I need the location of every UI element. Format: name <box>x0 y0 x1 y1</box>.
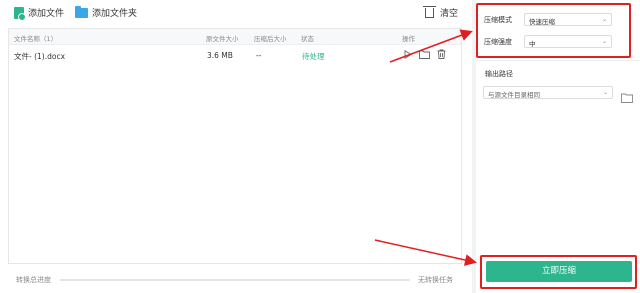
toolbar: 添加文件 添加文件夹 清空 <box>0 0 472 28</box>
table-row[interactable]: 文件- (1).docx 3.6 MB -- 待处理 <box>9 46 461 66</box>
file-list-panel: 添加文件 添加文件夹 清空 文件名称（1） 原文件大小 压缩后大小 状态 操作 … <box>0 0 472 293</box>
trash-icon <box>423 5 436 18</box>
progress-status: 无转换任务 <box>418 276 453 284</box>
header-comp-size: 压缩后大小 <box>254 35 287 43</box>
table-header: 文件名称（1） 原文件大小 压缩后大小 状态 操作 <box>9 29 461 45</box>
divider <box>476 60 640 61</box>
row-file-name: 文件- (1).docx <box>14 52 66 61</box>
progress-row: 转换总进度 无转换任务 <box>0 268 472 290</box>
row-actions <box>404 49 446 61</box>
settings-highlight-box <box>476 3 631 58</box>
header-name: 文件名称（1） <box>14 35 58 43</box>
chevron-down-icon: ⌄ <box>602 89 608 96</box>
clear-button[interactable]: 清空 <box>423 5 459 19</box>
row-orig-size: 3.6 MB <box>207 51 233 60</box>
row-comp-size: -- <box>256 51 262 60</box>
progress-bar <box>60 279 410 281</box>
add-folder-icon <box>75 5 88 18</box>
file-table: 文件名称（1） 原文件大小 压缩后大小 状态 操作 文件- (1).docx 3… <box>8 28 462 264</box>
add-file-icon <box>14 6 26 21</box>
output-path-label: 输出路径 <box>485 70 513 78</box>
progress-label: 转换总进度 <box>16 276 51 284</box>
add-folder-button[interactable]: 添加文件夹 <box>75 5 138 19</box>
delete-icon[interactable] <box>437 49 446 61</box>
start-compress-button[interactable]: 立即压缩 <box>486 261 632 282</box>
add-file-button[interactable]: 添加文件 <box>14 6 65 21</box>
add-folder-label: 添加文件夹 <box>92 9 138 19</box>
header-orig-size: 原文件大小 <box>206 35 239 43</box>
clear-label: 清空 <box>440 9 459 19</box>
play-icon[interactable] <box>404 49 412 61</box>
output-path-value: 与源文件目录相同 <box>488 91 540 99</box>
browse-folder-icon[interactable] <box>621 88 633 107</box>
header-ops: 操作 <box>402 35 415 43</box>
output-path-select[interactable]: 与源文件目录相同 ⌄ <box>483 86 613 99</box>
row-status: 待处理 <box>302 52 325 61</box>
open-folder-icon[interactable] <box>419 50 430 61</box>
add-file-label: 添加文件 <box>28 9 65 19</box>
header-status: 状态 <box>301 35 314 43</box>
